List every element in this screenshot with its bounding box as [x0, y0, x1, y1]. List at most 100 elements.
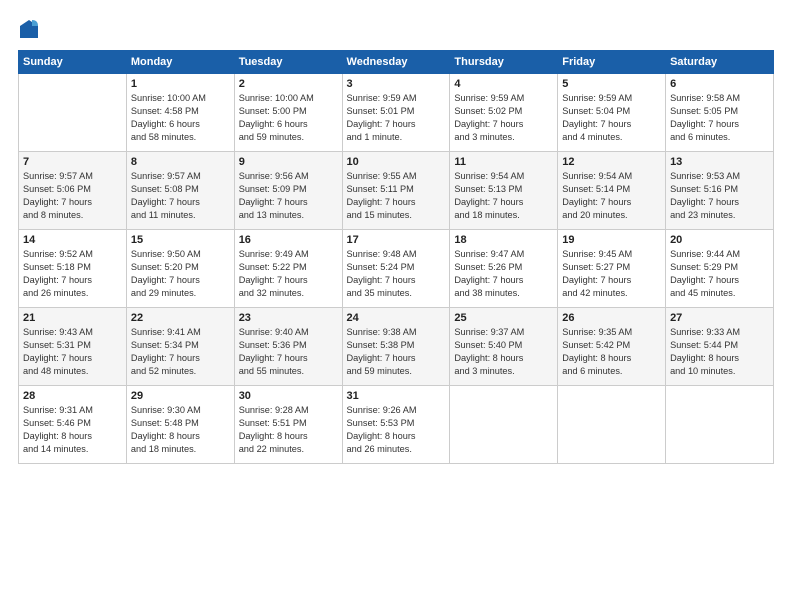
day-number: 26 [562, 312, 661, 324]
day-number: 6 [670, 78, 769, 90]
day-info: Sunrise: 9:54 AM Sunset: 5:13 PM Dayligh… [454, 170, 553, 222]
header-row: SundayMondayTuesdayWednesdayThursdayFrid… [19, 51, 774, 74]
day-cell: 6 Sunrise: 9:58 AM Sunset: 5:05 PM Daylig… [666, 74, 774, 152]
day-number: 17 [347, 234, 446, 246]
calendar-header: SundayMondayTuesdayWednesdayThursdayFrid… [19, 51, 774, 74]
day-info: Sunrise: 9:41 AM Sunset: 5:34 PM Dayligh… [131, 326, 230, 378]
week-row-3: 21 Sunrise: 9:43 AM Sunset: 5:31 PM Dayli… [19, 308, 774, 386]
day-cell: 17 Sunrise: 9:48 AM Sunset: 5:24 PM Dayli… [342, 230, 450, 308]
day-cell: 26Sunrise: 9:35 AM Sunset: 5:42 PM Dayli… [558, 308, 666, 386]
day-info: Sunrise: 9:49 AM Sunset: 5:22 PM Dayligh… [239, 248, 338, 300]
day-number: 24 [347, 312, 446, 324]
day-info: Sunrise: 9:33 AM Sunset: 5:44 PM Dayligh… [670, 326, 769, 378]
day-cell: 27 Sunrise: 9:33 AM Sunset: 5:44 PM Dayli… [666, 308, 774, 386]
day-info: Sunrise: 9:57 AM Sunset: 5:08 PM Dayligh… [131, 170, 230, 222]
logo-icon [18, 18, 40, 40]
day-cell: 22Sunrise: 9:41 AM Sunset: 5:34 PM Dayli… [126, 308, 234, 386]
page: SundayMondayTuesdayWednesdayThursdayFrid… [0, 0, 792, 612]
day-number: 28 [23, 390, 122, 402]
day-info: Sunrise: 9:59 AM Sunset: 5:02 PM Dayligh… [454, 92, 553, 144]
day-number: 9 [239, 156, 338, 168]
day-cell: 29 Sunrise: 9:30 AM Sunset: 5:48 PM Dayli… [126, 386, 234, 464]
header-wednesday: Wednesday [342, 51, 450, 74]
day-number: 31 [347, 390, 446, 402]
week-row-1: 7 Sunrise: 9:57 AM Sunset: 5:06 PM Daylig… [19, 152, 774, 230]
day-cell: 15 Sunrise: 9:50 AM Sunset: 5:20 PM Dayli… [126, 230, 234, 308]
week-row-2: 14 Sunrise: 9:52 AM Sunset: 5:18 PM Dayli… [19, 230, 774, 308]
day-number: 10 [347, 156, 446, 168]
day-info: Sunrise: 9:55 AM Sunset: 5:11 PM Dayligh… [347, 170, 446, 222]
week-row-0: 1Sunrise: 10:00 AM Sunset: 4:58 PM Dayli… [19, 74, 774, 152]
header-saturday: Saturday [666, 51, 774, 74]
day-cell [19, 74, 127, 152]
day-cell: 16 Sunrise: 9:49 AM Sunset: 5:22 PM Dayli… [234, 230, 342, 308]
day-cell: 12 Sunrise: 9:54 AM Sunset: 5:14 PM Dayli… [558, 152, 666, 230]
day-cell: 9Sunrise: 9:56 AM Sunset: 5:09 PM Daylig… [234, 152, 342, 230]
day-number: 29 [131, 390, 230, 402]
day-number: 2 [239, 78, 338, 90]
day-number: 8 [131, 156, 230, 168]
day-info: Sunrise: 9:52 AM Sunset: 5:18 PM Dayligh… [23, 248, 122, 300]
header-thursday: Thursday [450, 51, 558, 74]
day-info: Sunrise: 9:48 AM Sunset: 5:24 PM Dayligh… [347, 248, 446, 300]
day-cell: 5 Sunrise: 9:59 AM Sunset: 5:04 PM Daylig… [558, 74, 666, 152]
day-info: Sunrise: 9:54 AM Sunset: 5:14 PM Dayligh… [562, 170, 661, 222]
day-cell: 13Sunrise: 9:53 AM Sunset: 5:16 PM Dayli… [666, 152, 774, 230]
day-cell: 4 Sunrise: 9:59 AM Sunset: 5:02 PM Daylig… [450, 74, 558, 152]
day-info: Sunrise: 9:57 AM Sunset: 5:06 PM Dayligh… [23, 170, 122, 222]
header-tuesday: Tuesday [234, 51, 342, 74]
day-info: Sunrise: 9:45 AM Sunset: 5:27 PM Dayligh… [562, 248, 661, 300]
day-cell: 1Sunrise: 10:00 AM Sunset: 4:58 PM Dayli… [126, 74, 234, 152]
day-number: 14 [23, 234, 122, 246]
day-number: 5 [562, 78, 661, 90]
day-number: 13 [670, 156, 769, 168]
header-friday: Friday [558, 51, 666, 74]
day-cell: 28Sunrise: 9:31 AM Sunset: 5:46 PM Dayli… [19, 386, 127, 464]
day-number: 1 [131, 78, 230, 90]
day-number: 16 [239, 234, 338, 246]
calendar: SundayMondayTuesdayWednesdayThursdayFrid… [18, 50, 774, 464]
day-info: Sunrise: 9:47 AM Sunset: 5:26 PM Dayligh… [454, 248, 553, 300]
day-number: 12 [562, 156, 661, 168]
day-number: 23 [239, 312, 338, 324]
day-info: Sunrise: 9:30 AM Sunset: 5:48 PM Dayligh… [131, 404, 230, 456]
day-cell: 8 Sunrise: 9:57 AM Sunset: 5:08 PM Daylig… [126, 152, 234, 230]
day-info: Sunrise: 9:28 AM Sunset: 5:51 PM Dayligh… [239, 404, 338, 456]
calendar-body: 1Sunrise: 10:00 AM Sunset: 4:58 PM Dayli… [19, 74, 774, 464]
day-info: Sunrise: 9:40 AM Sunset: 5:36 PM Dayligh… [239, 326, 338, 378]
day-cell: 7 Sunrise: 9:57 AM Sunset: 5:06 PM Daylig… [19, 152, 127, 230]
day-cell: 24 Sunrise: 9:38 AM Sunset: 5:38 PM Dayli… [342, 308, 450, 386]
day-number: 21 [23, 312, 122, 324]
day-info: Sunrise: 9:43 AM Sunset: 5:31 PM Dayligh… [23, 326, 122, 378]
logo [18, 18, 44, 40]
header [18, 18, 774, 40]
day-number: 15 [131, 234, 230, 246]
day-cell [450, 386, 558, 464]
day-info: Sunrise: 9:50 AM Sunset: 5:20 PM Dayligh… [131, 248, 230, 300]
day-cell: 21 Sunrise: 9:43 AM Sunset: 5:31 PM Dayli… [19, 308, 127, 386]
day-number: 19 [562, 234, 661, 246]
day-cell: 23 Sunrise: 9:40 AM Sunset: 5:36 PM Dayli… [234, 308, 342, 386]
day-number: 4 [454, 78, 553, 90]
day-cell: 14 Sunrise: 9:52 AM Sunset: 5:18 PM Dayli… [19, 230, 127, 308]
day-number: 7 [23, 156, 122, 168]
day-number: 25 [454, 312, 553, 324]
day-number: 20 [670, 234, 769, 246]
day-cell: 18 Sunrise: 9:47 AM Sunset: 5:26 PM Dayli… [450, 230, 558, 308]
header-monday: Monday [126, 51, 234, 74]
day-info: Sunrise: 9:37 AM Sunset: 5:40 PM Dayligh… [454, 326, 553, 378]
day-number: 18 [454, 234, 553, 246]
day-cell: 31Sunrise: 9:26 AM Sunset: 5:53 PM Dayli… [342, 386, 450, 464]
day-cell: 25 Sunrise: 9:37 AM Sunset: 5:40 PM Dayli… [450, 308, 558, 386]
day-cell: 10 Sunrise: 9:55 AM Sunset: 5:11 PM Dayli… [342, 152, 450, 230]
day-info: Sunrise: 9:38 AM Sunset: 5:38 PM Dayligh… [347, 326, 446, 378]
day-cell: 2 Sunrise: 10:00 AM Sunset: 5:00 PM Dayli… [234, 74, 342, 152]
day-cell [666, 386, 774, 464]
day-number: 11 [454, 156, 553, 168]
day-cell: 30Sunrise: 9:28 AM Sunset: 5:51 PM Dayli… [234, 386, 342, 464]
day-cell: 3Sunrise: 9:59 AM Sunset: 5:01 PM Daylig… [342, 74, 450, 152]
day-info: Sunrise: 9:58 AM Sunset: 5:05 PM Dayligh… [670, 92, 769, 144]
day-info: Sunrise: 10:00 AM Sunset: 5:00 PM Daylig… [239, 92, 338, 144]
day-number: 27 [670, 312, 769, 324]
day-info: Sunrise: 9:59 AM Sunset: 5:04 PM Dayligh… [562, 92, 661, 144]
